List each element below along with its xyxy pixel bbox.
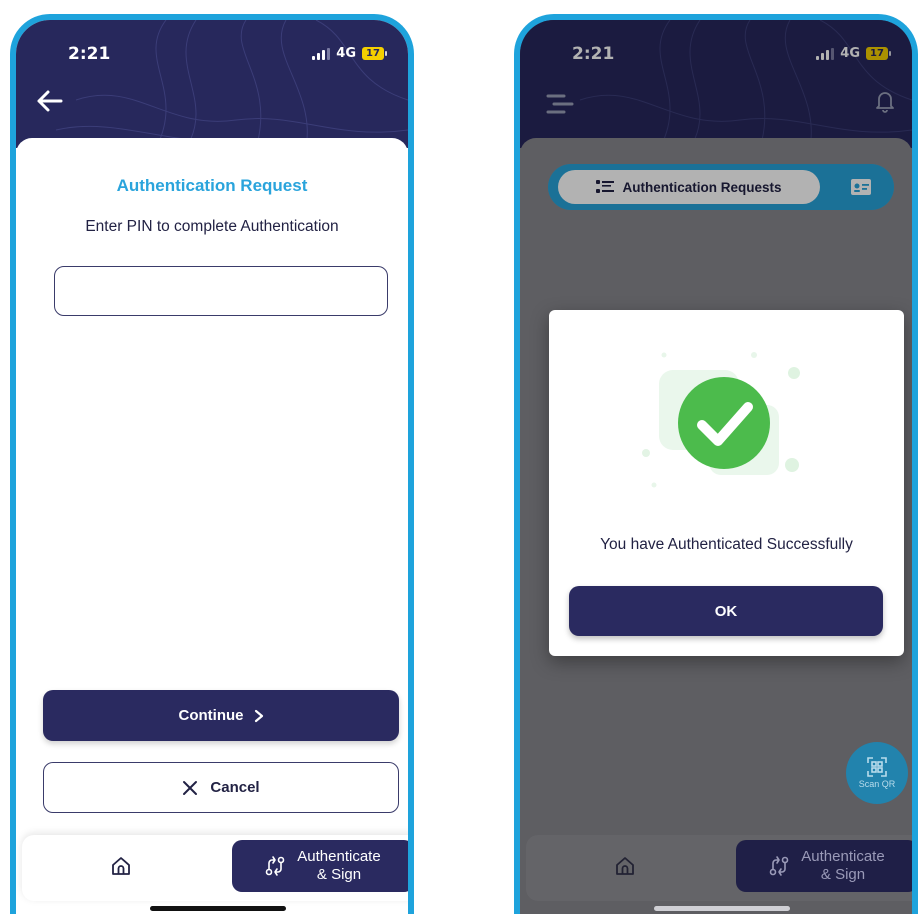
nav-authenticate-label: Authenticate & Sign bbox=[801, 848, 884, 884]
qr-code-icon bbox=[867, 757, 887, 777]
status-indicators: 4G 17 bbox=[312, 46, 387, 61]
continue-label: Continue bbox=[178, 707, 244, 724]
ok-button[interactable]: OK bbox=[569, 586, 883, 636]
success-check-icon bbox=[642, 352, 800, 488]
close-icon bbox=[183, 780, 198, 795]
modal-overlay bbox=[520, 20, 912, 148]
bottom-navigation: Authenticate & Sign bbox=[22, 835, 408, 901]
nav-label-line2: & Sign bbox=[316, 866, 362, 883]
app-header: 2:21 4G 17 bbox=[520, 20, 912, 148]
scan-qr-button[interactable]: Scan QR bbox=[846, 742, 908, 804]
scan-qr-label: Scan QR bbox=[858, 779, 896, 789]
instruction-text: Enter PIN to complete Authentication bbox=[85, 218, 339, 235]
home-indicator bbox=[654, 906, 790, 911]
nav-label-line2: & Sign bbox=[820, 866, 866, 883]
signal-icon bbox=[312, 47, 331, 60]
home-icon[interactable] bbox=[614, 855, 636, 877]
tabs-overlay bbox=[548, 164, 894, 210]
battery-icon: 17 bbox=[362, 47, 387, 60]
success-message: You have Authenticated Successfully bbox=[600, 536, 853, 553]
auth-request-screen: 2:21 4G 17 Authentication Request Enter … bbox=[10, 14, 414, 914]
home-icon[interactable] bbox=[110, 855, 132, 877]
nav-authenticate-label: Authenticate & Sign bbox=[297, 848, 380, 884]
nav-authenticate-sign[interactable]: Authenticate & Sign bbox=[736, 840, 912, 892]
app-header: 2:21 4G 17 bbox=[16, 20, 408, 148]
page-title: Authentication Request bbox=[116, 176, 308, 195]
cancel-button[interactable]: Cancel bbox=[43, 762, 399, 813]
back-arrow-icon[interactable] bbox=[34, 88, 64, 114]
bottom-navigation: Authenticate & Sign bbox=[526, 835, 912, 901]
network-label: 4G bbox=[336, 46, 356, 61]
continue-button[interactable]: Continue bbox=[43, 690, 399, 741]
pin-input[interactable] bbox=[54, 266, 388, 316]
nav-authenticate-sign[interactable]: Authenticate & Sign bbox=[232, 840, 408, 892]
nav-label-line1: Authenticate bbox=[297, 848, 381, 865]
git-compare-icon bbox=[265, 856, 285, 876]
git-compare-icon bbox=[769, 856, 789, 876]
chevron-right-icon bbox=[254, 709, 263, 722]
cancel-label: Cancel bbox=[210, 779, 260, 796]
nav-label-line1: Authenticate bbox=[801, 848, 885, 865]
home-indicator bbox=[150, 906, 286, 911]
success-dialog: You have Authenticated Successfully OK bbox=[549, 310, 904, 656]
status-time: 2:21 bbox=[68, 44, 111, 64]
auth-success-screen: 2:21 4G 17 Authentication Requests You h… bbox=[514, 14, 918, 914]
topography-pattern bbox=[55, 20, 408, 148]
